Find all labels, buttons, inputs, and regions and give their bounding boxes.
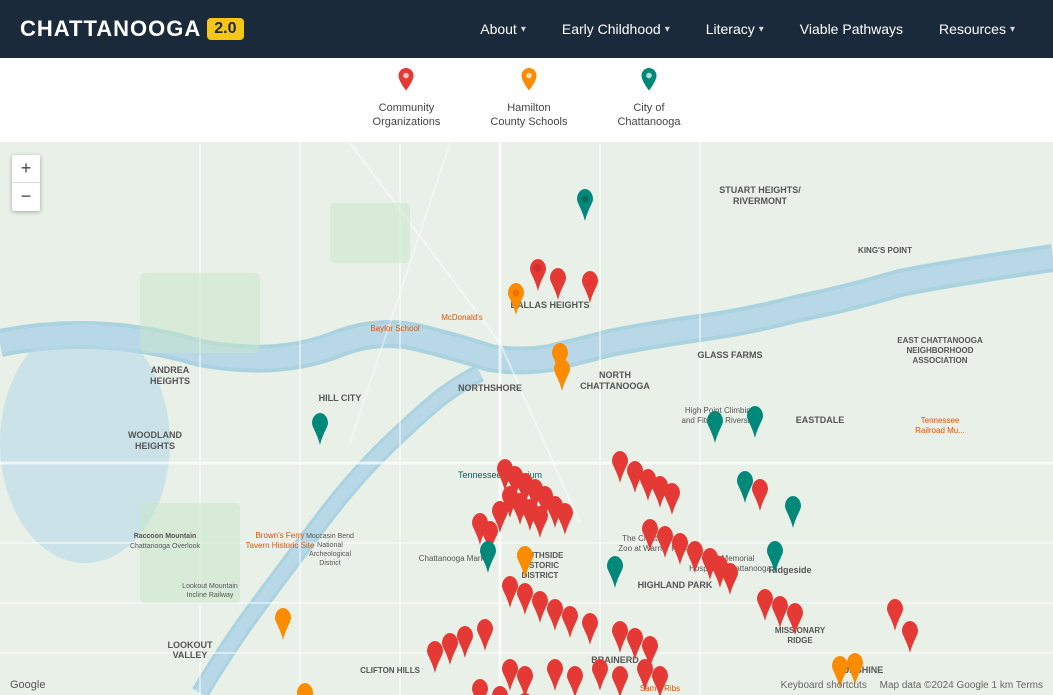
svg-text:Incline Railway: Incline Railway [187, 592, 234, 599]
svg-text:Lookout Mountain: Lookout Mountain [182, 583, 238, 590]
zoom-in-button[interactable]: + [12, 155, 40, 183]
svg-text:EASTDALE: EASTDALE [796, 415, 845, 425]
google-logo: Google [10, 679, 45, 691]
svg-text:MISSIONARY: MISSIONARY [775, 626, 826, 635]
header: CHATTANOOGA 2.0 About ▾ Early Childhood … [0, 0, 1053, 58]
chevron-down-icon: ▾ [665, 24, 670, 35]
nav-resources[interactable]: Resources ▾ [921, 0, 1033, 58]
nav-about[interactable]: About ▾ [462, 0, 544, 58]
svg-text:Brown's Ferry: Brown's Ferry [255, 531, 304, 540]
svg-text:Baylor School: Baylor School [370, 324, 420, 333]
svg-text:NORTH: NORTH [599, 370, 631, 380]
svg-text:EAST CHATTANOOGA: EAST CHATTANOOGA [897, 336, 983, 345]
svg-text:GLASS FARMS: GLASS FARMS [697, 350, 762, 360]
map-attribution: Keyboard shortcuts Map data ©2024 Google… [781, 680, 1043, 691]
svg-text:STUART HEIGHTS/: STUART HEIGHTS/ [719, 185, 801, 195]
svg-text:KING'S POINT: KING'S POINT [858, 246, 912, 255]
legend-hamilton-schools-label: HamiltonCounty Schools [490, 101, 567, 130]
nav-early-childhood[interactable]: Early Childhood ▾ [544, 0, 688, 58]
legend-city-label: City ofChattanooga [617, 101, 680, 130]
legend-community-orgs-label: CommunityOrganizations [373, 101, 441, 130]
svg-text:Tennessee: Tennessee [921, 416, 960, 425]
svg-text:CLIFTON HILLS: CLIFTON HILLS [360, 666, 421, 675]
red-pin-icon [394, 68, 418, 98]
svg-text:ANDREA: ANDREA [151, 365, 190, 375]
legend-hamilton-schools: HamiltonCounty Schools [490, 68, 567, 130]
svg-text:District: District [319, 560, 340, 567]
map-svg: WOODLAND HEIGHTS HILL CITY NORTHSHORE NO… [0, 143, 1053, 695]
chevron-down-icon: ▾ [521, 24, 526, 35]
legend-city-chattanooga: City ofChattanooga [617, 68, 680, 130]
logo-badge: 2.0 [207, 18, 243, 40]
chevron-down-icon: ▾ [759, 24, 764, 35]
map-container[interactable]: WOODLAND HEIGHTS HILL CITY NORTHSHORE NO… [0, 143, 1053, 695]
svg-text:NORTHSHORE: NORTHSHORE [458, 383, 522, 393]
svg-text:HILL CITY: HILL CITY [319, 393, 362, 403]
nav-literacy[interactable]: Literacy ▾ [688, 0, 782, 58]
svg-text:McDonald's: McDonald's [441, 313, 483, 322]
svg-text:HEIGHTS: HEIGHTS [150, 376, 190, 386]
logo-text: CHATTANOOGA [20, 16, 201, 42]
svg-text:HIGHLAND PARK: HIGHLAND PARK [638, 580, 713, 590]
orange-pin-icon [517, 68, 541, 98]
keyboard-shortcuts[interactable]: Keyboard shortcuts [781, 680, 867, 691]
logo[interactable]: CHATTANOOGA 2.0 [20, 16, 244, 42]
chevron-down-icon: ▾ [1010, 24, 1015, 35]
svg-text:NEIGHBORHOOD: NEIGHBORHOOD [906, 346, 973, 355]
svg-text:Moccasin Bend: Moccasin Bend [306, 533, 354, 540]
legend-community-orgs: CommunityOrganizations [373, 68, 441, 130]
svg-text:DISTRICT: DISTRICT [522, 571, 559, 580]
legend-bar: CommunityOrganizations HamiltonCounty Sc… [0, 58, 1053, 143]
svg-text:Railroad Mu...: Railroad Mu... [915, 426, 965, 435]
svg-text:Tavern Historic Site: Tavern Historic Site [246, 541, 315, 550]
nav-viable-pathways[interactable]: Viable Pathways [782, 0, 921, 58]
zoom-out-button[interactable]: − [12, 183, 40, 211]
svg-text:VALLEY: VALLEY [173, 650, 208, 660]
svg-text:LOOKOUT: LOOKOUT [168, 640, 213, 650]
svg-text:ASSOCIATION: ASSOCIATION [913, 356, 968, 365]
svg-text:RIDGE: RIDGE [787, 636, 813, 645]
map-controls: + − [12, 155, 40, 211]
map-background: WOODLAND HEIGHTS HILL CITY NORTHSHORE NO… [0, 143, 1053, 695]
svg-text:Raccoon Mountain: Raccoon Mountain [134, 533, 197, 540]
svg-text:DALLAS HEIGHTS: DALLAS HEIGHTS [510, 300, 589, 310]
svg-text:CHATTANOOGA: CHATTANOOGA [580, 381, 650, 391]
svg-text:Chattanooga Overlook: Chattanooga Overlook [130, 543, 201, 550]
svg-text:HEIGHTS: HEIGHTS [135, 441, 175, 451]
svg-text:Chattanooga Market: Chattanooga Market [419, 554, 492, 563]
svg-text:RIVERMONT: RIVERMONT [733, 196, 788, 206]
svg-text:Archeological: Archeological [309, 551, 351, 558]
svg-text:WOODLAND: WOODLAND [128, 430, 182, 440]
teal-pin-icon [637, 68, 661, 98]
map-data-label: Map data ©2024 Google 1 km Terms [880, 680, 1043, 691]
main-nav: About ▾ Early Childhood ▾ Literacy ▾ Via… [462, 0, 1033, 58]
svg-text:National: National [317, 542, 343, 549]
